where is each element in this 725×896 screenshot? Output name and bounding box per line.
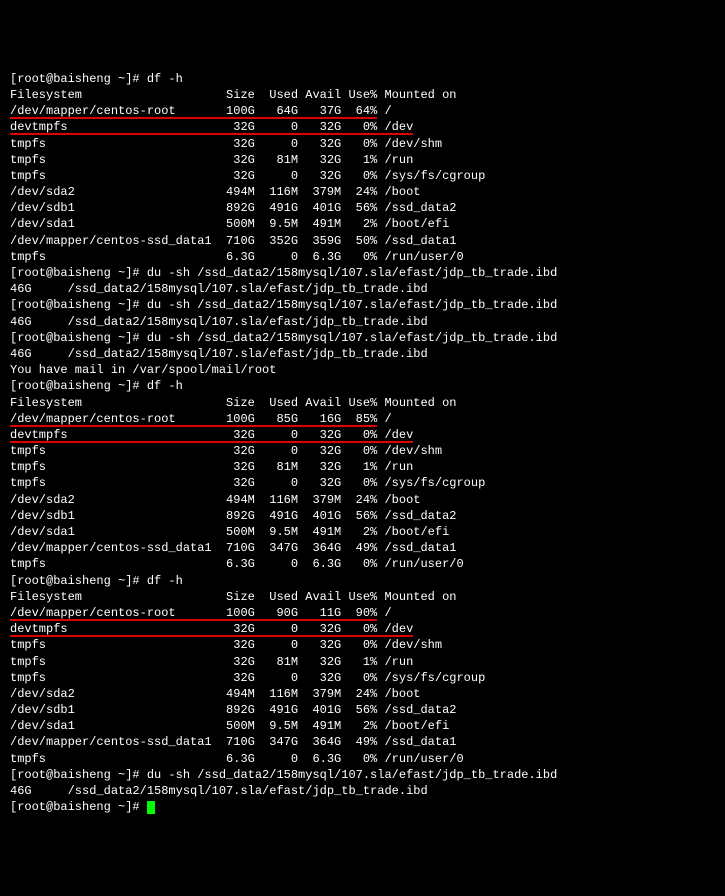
df-row: tmpfs 32G 0 32G 0% /sys/fs/cgroup	[10, 670, 715, 686]
df-row: /dev/sda2 494M 116M 379M 24% /boot	[10, 184, 715, 200]
df-row: tmpfs 6.3G 0 6.3G 0% /run/user/0	[10, 556, 715, 572]
du-output: 46G /ssd_data2/158mysql/107.sla/efast/jd…	[10, 346, 715, 362]
df-row: /dev/sda1 500M 9.5M 491M 2% /boot/efi	[10, 216, 715, 232]
df-row: /dev/sda2 494M 116M 379M 24% /boot	[10, 686, 715, 702]
df-row: /dev/sdb1 892G 491G 401G 56% /ssd_data2	[10, 508, 715, 524]
prompt-line: [root@baisheng ~]# du -sh /ssd_data2/158…	[10, 297, 715, 313]
df-row: devtmpfs 32G 0 32G 0% /dev	[10, 427, 715, 443]
prompt-line: [root@baisheng ~]# df -h	[10, 378, 715, 394]
df-row: devtmpfs 32G 0 32G 0% /dev	[10, 621, 715, 637]
df-row: tmpfs 32G 0 32G 0% /dev/shm	[10, 443, 715, 459]
df-row: tmpfs 32G 0 32G 0% /dev/shm	[10, 637, 715, 653]
df-row: /dev/mapper/centos-root 100G 64G 37G 64%…	[10, 103, 715, 119]
prompt-line[interactable]: [root@baisheng ~]#	[10, 799, 715, 815]
df-header: Filesystem Size Used Avail Use% Mounted …	[10, 589, 715, 605]
df-row: /dev/sdb1 892G 491G 401G 56% /ssd_data2	[10, 702, 715, 718]
du-output: 46G /ssd_data2/158mysql/107.sla/efast/jd…	[10, 783, 715, 799]
prompt-line: [root@baisheng ~]# df -h	[10, 573, 715, 589]
du-output: 46G /ssd_data2/158mysql/107.sla/efast/jd…	[10, 281, 715, 297]
df-header: Filesystem Size Used Avail Use% Mounted …	[10, 87, 715, 103]
mail-notice: You have mail in /var/spool/mail/root	[10, 362, 715, 378]
prompt-line: [root@baisheng ~]# df -h	[10, 71, 715, 87]
df-row: /dev/sda2 494M 116M 379M 24% /boot	[10, 492, 715, 508]
prompt-line: [root@baisheng ~]# du -sh /ssd_data2/158…	[10, 265, 715, 281]
df-row: /dev/mapper/centos-ssd_data1 710G 347G 3…	[10, 540, 715, 556]
df-row: /dev/mapper/centos-ssd_data1 710G 347G 3…	[10, 734, 715, 750]
df-row: devtmpfs 32G 0 32G 0% /dev	[10, 119, 715, 135]
df-row: tmpfs 6.3G 0 6.3G 0% /run/user/0	[10, 751, 715, 767]
prompt-line: [root@baisheng ~]# du -sh /ssd_data2/158…	[10, 330, 715, 346]
cursor-icon	[147, 801, 155, 814]
df-row: /dev/mapper/centos-ssd_data1 710G 352G 3…	[10, 233, 715, 249]
df-row: /dev/sdb1 892G 491G 401G 56% /ssd_data2	[10, 200, 715, 216]
df-row: tmpfs 32G 0 32G 0% /dev/shm	[10, 136, 715, 152]
df-row: tmpfs 32G 0 32G 0% /sys/fs/cgroup	[10, 475, 715, 491]
df-row: tmpfs 32G 81M 32G 1% /run	[10, 152, 715, 168]
df-row: /dev/mapper/centos-root 100G 90G 11G 90%…	[10, 605, 715, 621]
df-row: tmpfs 32G 81M 32G 1% /run	[10, 654, 715, 670]
df-row: /dev/sda1 500M 9.5M 491M 2% /boot/efi	[10, 718, 715, 734]
terminal-output[interactable]: [root@baisheng ~]# df -hFilesystem Size …	[10, 71, 715, 816]
df-header: Filesystem Size Used Avail Use% Mounted …	[10, 395, 715, 411]
df-row: /dev/sda1 500M 9.5M 491M 2% /boot/efi	[10, 524, 715, 540]
df-row: tmpfs 6.3G 0 6.3G 0% /run/user/0	[10, 249, 715, 265]
df-row: tmpfs 32G 81M 32G 1% /run	[10, 459, 715, 475]
df-row: tmpfs 32G 0 32G 0% /sys/fs/cgroup	[10, 168, 715, 184]
prompt-line: [root@baisheng ~]# du -sh /ssd_data2/158…	[10, 767, 715, 783]
du-output: 46G /ssd_data2/158mysql/107.sla/efast/jd…	[10, 314, 715, 330]
df-row: /dev/mapper/centos-root 100G 85G 16G 85%…	[10, 411, 715, 427]
